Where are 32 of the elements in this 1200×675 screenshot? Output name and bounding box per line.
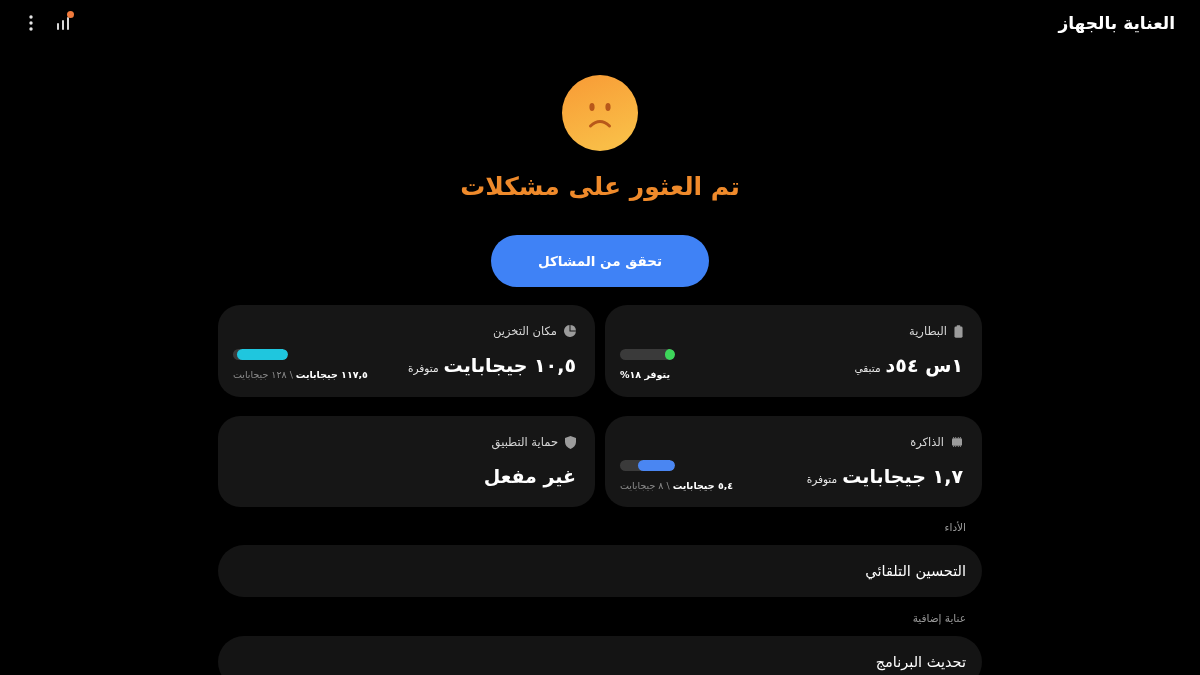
usage-caption: ٥,٤ جيجابايت \ ٨ جيجابايت <box>620 478 734 493</box>
list-item[interactable]: التحسين التلقائي <box>218 545 982 597</box>
status-card[interactable]: الذاكرة ١,٧ جيجابايت متوفرة ٥,٤ جيجابايت \ ٨ جيجابايت <box>605 416 982 507</box>
card-label: مكان التخزين <box>493 324 557 338</box>
check-problems-button[interactable]: تحقق من المشاكل <box>491 235 709 287</box>
usage-caption: ١١٧,٥ جيجابايت \ ١٢٨ جيجابايت <box>233 367 368 382</box>
battery-icon <box>954 324 963 338</box>
status-title: تم العثور على مشكلات <box>460 171 740 203</box>
card-value: ١,٧ جيجابايت <box>842 465 963 487</box>
card-label: حماية التطبيق <box>491 435 558 449</box>
status-card[interactable]: مكان التخزين ١٠,٥ جيجابايت متوفرة ١١٧,٥ جيجابايت \ ١٢٨ جيجابايت <box>218 305 595 397</box>
usage-caption: يتوفر ١٨% <box>620 367 670 382</box>
card-unit: متوفرة <box>408 362 439 374</box>
shield-icon <box>565 435 576 449</box>
section-heading: عناية إضافية <box>911 611 967 626</box>
memory-chip-icon <box>951 437 963 447</box>
sad-face-icon <box>562 75 638 151</box>
card-label: الذاكرة <box>910 435 944 449</box>
card-label: البطارية <box>908 324 947 338</box>
signal-bars-icon[interactable] <box>56 11 74 31</box>
app-title: العناية بالجهاز <box>1058 12 1175 33</box>
card-unit: متوفرة <box>806 473 838 485</box>
pie-chart-icon <box>564 325 576 337</box>
status-card[interactable]: حماية التطبيق غير مفعل <box>218 416 595 507</box>
card-unit: متبقي <box>854 362 881 374</box>
section-heading: الأداء <box>943 520 967 535</box>
more-options-icon[interactable] <box>29 14 33 31</box>
card-value: ١س ٥٤د <box>885 354 963 376</box>
card-value: ١٠,٥ جيجابايت <box>443 354 576 376</box>
status-card[interactable]: البطارية ١س ٥٤د متبقي يتوفر ١٨% <box>605 305 982 397</box>
card-value: غير مفعل <box>483 465 576 487</box>
list-item[interactable]: تحديث البرنامج <box>218 636 982 675</box>
